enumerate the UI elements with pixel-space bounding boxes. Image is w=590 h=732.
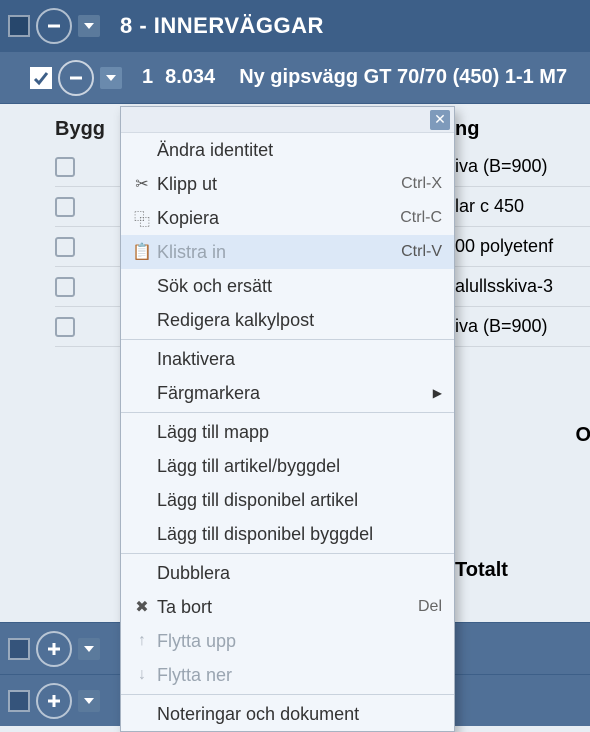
summary-o: O xyxy=(455,424,590,447)
menu-item-label: Lägg till disponibel artikel xyxy=(157,490,442,511)
context-menu-item[interactable]: Lägg till artikel/byggdel xyxy=(121,449,454,483)
plus-icon xyxy=(45,692,63,710)
plus-icon xyxy=(45,640,63,658)
menu-item-label: Ta bort xyxy=(157,597,408,618)
header-dropdown[interactable] xyxy=(78,15,100,37)
menu-separator xyxy=(121,694,454,695)
footer-checkbox[interactable] xyxy=(8,690,30,712)
right-cell: iva (B=900) xyxy=(455,147,590,187)
context-menu-item[interactable]: Dubblera xyxy=(121,556,454,590)
menu-item-label: Flytta upp xyxy=(157,631,442,652)
chevron-down-icon xyxy=(84,21,94,31)
menu-item-label: Flytta ner xyxy=(157,665,442,686)
menu-item-icon: ⿻ xyxy=(127,206,157,230)
menu-item-shortcut: Ctrl-C xyxy=(400,209,442,227)
right-column: ng iva (B=900) lar c 450 00 polyetenf al… xyxy=(455,112,590,347)
item-dropdown[interactable] xyxy=(100,67,122,89)
context-menu-item[interactable]: ✂Klipp ut Ctrl-X xyxy=(121,167,454,201)
column-header-right: ng xyxy=(455,112,590,147)
row-checkbox[interactable] xyxy=(55,237,75,257)
context-menu-item[interactable]: Sök och ersätt xyxy=(121,269,454,303)
menu-item-label: Inaktivera xyxy=(157,349,442,370)
context-menu-item: ↓Flytta ner xyxy=(121,658,454,692)
context-menu-item[interactable]: Redigera kalkylpost xyxy=(121,303,454,337)
expand-button[interactable] xyxy=(36,683,72,719)
item-header: 1 8.034 Ny gipsvägg GT 70/70 (450) 1-1 M… xyxy=(0,52,590,104)
context-menu-item: 📋Klistra in Ctrl-V xyxy=(121,235,454,269)
summary-total: Totalt xyxy=(455,559,590,582)
minus-icon xyxy=(45,17,63,35)
menu-item-icon: 📋 xyxy=(127,242,157,262)
close-icon: ✕ xyxy=(434,111,446,128)
menu-item-label: Sök och ersätt xyxy=(157,276,442,297)
context-menu-item[interactable]: Lägg till mapp xyxy=(121,415,454,449)
menu-item-icon: ✖ xyxy=(127,597,157,617)
context-menu-titlebar: ✕ xyxy=(121,107,454,133)
item-code: 8.034 xyxy=(165,66,215,89)
menu-item-label: Färgmarkera xyxy=(157,383,433,404)
menu-item-label: Klipp ut xyxy=(157,174,391,195)
section-header: 8 - INNERVÄGGAR xyxy=(0,0,590,52)
menu-item-label: Klistra in xyxy=(157,242,391,263)
close-button[interactable]: ✕ xyxy=(430,110,450,130)
row-checkbox[interactable] xyxy=(55,197,75,217)
chevron-down-icon xyxy=(84,644,94,654)
right-cell: alullsskiva-3 xyxy=(455,267,590,307)
menu-item-shortcut: Del xyxy=(418,598,442,616)
right-cell: iva (B=900) xyxy=(455,307,590,347)
menu-separator xyxy=(121,412,454,413)
right-cell: 00 polyetenf xyxy=(455,227,590,267)
context-menu-item: ↑Flytta upp xyxy=(121,624,454,658)
menu-item-label: Redigera kalkylpost xyxy=(157,310,442,331)
context-menu-item[interactable]: Lägg till disponibel artikel xyxy=(121,483,454,517)
check-icon xyxy=(33,70,49,86)
item-checkbox-checked[interactable] xyxy=(30,67,52,89)
menu-item-shortcut: Ctrl-V xyxy=(401,243,442,261)
footer-dropdown[interactable] xyxy=(78,638,100,660)
minus-icon xyxy=(67,69,85,87)
context-menu: ✕ Ändra identitet✂Klipp ut Ctrl-X ⿻Kopiera… xyxy=(120,106,455,732)
right-cell: lar c 450 xyxy=(455,187,590,227)
footer-dropdown[interactable] xyxy=(78,690,100,712)
menu-item-label: Dubblera xyxy=(157,563,442,584)
menu-item-label: Lägg till disponibel byggdel xyxy=(157,524,442,545)
menu-separator xyxy=(121,553,454,554)
menu-item-icon: ↓ xyxy=(127,666,157,684)
item-number: 1 xyxy=(142,66,153,89)
item-collapse-button[interactable] xyxy=(58,60,94,96)
menu-item-label: Lägg till mapp xyxy=(157,422,442,443)
row-checkbox[interactable] xyxy=(55,277,75,297)
menu-item-icon: ↑ xyxy=(127,632,157,650)
menu-item-label: Lägg till artikel/byggdel xyxy=(157,456,442,477)
chevron-down-icon xyxy=(106,73,116,83)
chevron-down-icon xyxy=(84,696,94,706)
header-checkbox[interactable] xyxy=(8,15,30,37)
menu-separator xyxy=(121,339,454,340)
collapse-button[interactable] xyxy=(36,8,72,44)
menu-item-shortcut: Ctrl-X xyxy=(401,175,442,193)
menu-item-label: Noteringar och dokument xyxy=(157,704,442,725)
row-checkbox[interactable] xyxy=(55,317,75,337)
submenu-arrow-icon: ▶ xyxy=(433,386,442,400)
item-description: Ny gipsvägg GT 70/70 (450) 1-1 M7 xyxy=(239,66,567,89)
context-menu-item[interactable]: ✖Ta bort Del xyxy=(121,590,454,624)
expand-button[interactable] xyxy=(36,631,72,667)
row-checkbox[interactable] xyxy=(55,157,75,177)
section-title: 8 - INNERVÄGGAR xyxy=(120,13,324,39)
context-menu-item[interactable]: ⿻Kopiera Ctrl-C xyxy=(121,201,454,235)
menu-item-icon: ✂ xyxy=(127,174,157,194)
context-menu-item[interactable]: Inaktivera xyxy=(121,342,454,376)
context-menu-item[interactable]: Färgmarkera▶ xyxy=(121,376,454,410)
menu-item-label: Ändra identitet xyxy=(157,140,442,161)
context-menu-item[interactable]: Lägg till disponibel byggdel xyxy=(121,517,454,551)
context-menu-item[interactable]: Ändra identitet xyxy=(121,133,454,167)
footer-checkbox[interactable] xyxy=(8,638,30,660)
menu-item-label: Kopiera xyxy=(157,208,390,229)
